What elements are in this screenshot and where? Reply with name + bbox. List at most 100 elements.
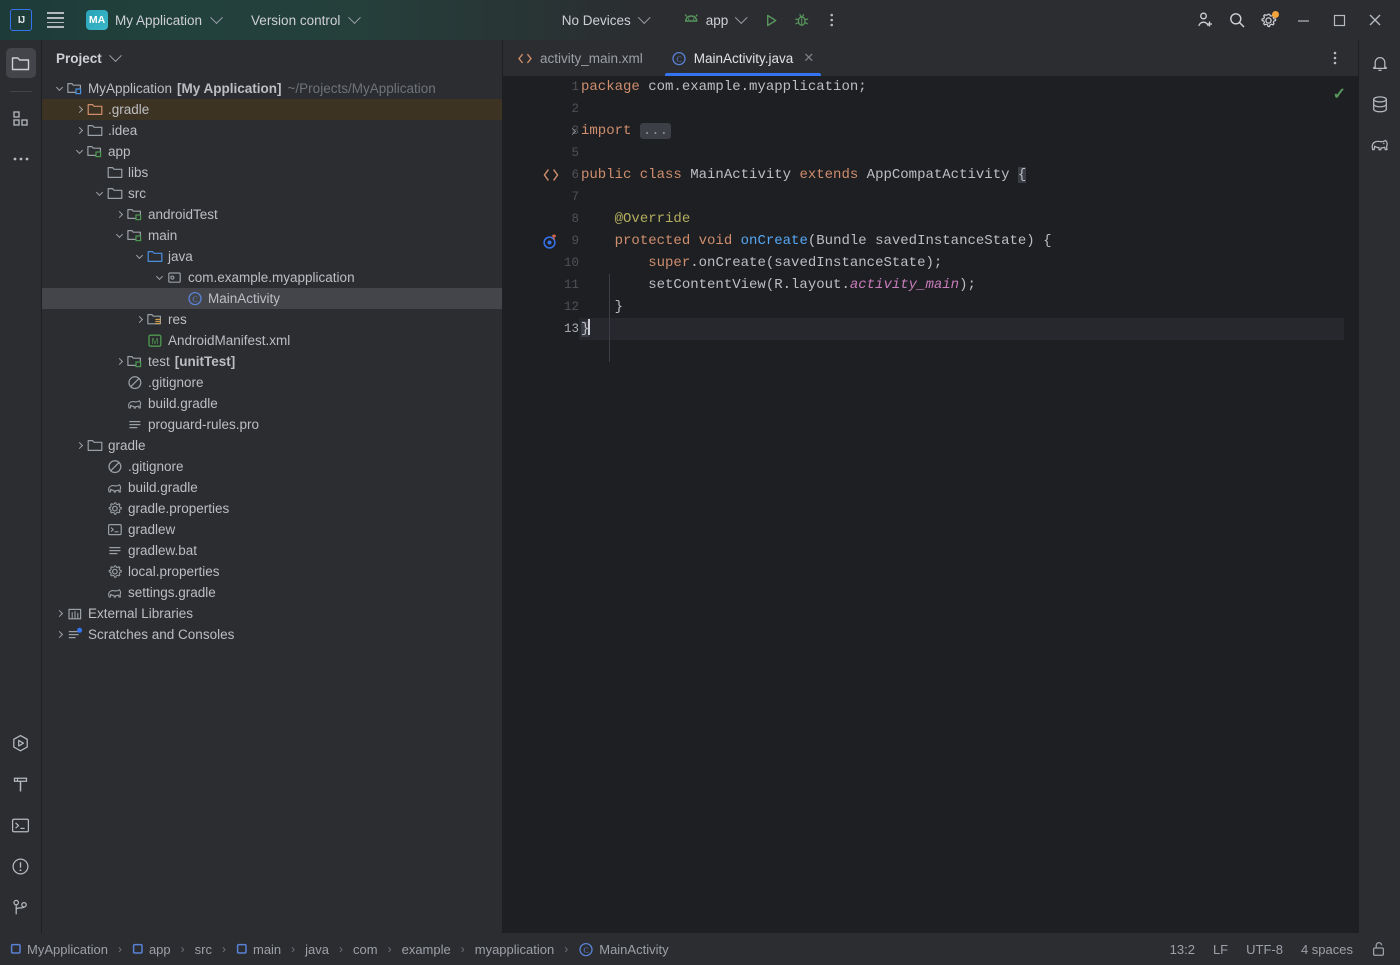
sidebar-item-version-control[interactable] — [6, 892, 36, 922]
close-icon[interactable] — [1358, 5, 1392, 35]
code-line[interactable]: super.onCreate(savedInstanceState); — [579, 252, 1344, 274]
tree-row[interactable]: .gitignore — [42, 456, 502, 477]
override-method-icon[interactable] — [541, 231, 561, 251]
chevron-right-icon[interactable] — [72, 439, 86, 453]
sidebar-item-structure[interactable] — [6, 103, 36, 133]
code-line[interactable]: protected void onCreate(Bundle savedInst… — [579, 230, 1344, 252]
editor-tab[interactable]: activity_main.xml — [503, 40, 657, 76]
breadcrumb-item[interactable]: src — [195, 942, 212, 957]
code-line[interactable]: package com.example.myapplication; — [579, 76, 1344, 98]
breadcrumb-item[interactable]: myapplication — [475, 942, 555, 957]
breadcrumb-item[interactable]: example — [402, 942, 451, 957]
tree-row[interactable]: C MainActivity — [42, 288, 502, 309]
tree-row[interactable]: com.example.myapplication — [42, 267, 502, 288]
code-line[interactable]: @Override — [579, 208, 1344, 230]
run-configuration-selector[interactable]: app — [675, 9, 757, 32]
chevron-right-icon[interactable] — [72, 103, 86, 117]
project-file-tree[interactable]: MyApplication [My Application] ~/Projects/… — [42, 76, 502, 933]
user-add-icon[interactable] — [1190, 5, 1220, 35]
tree-row[interactable]: Scratches and Consoles — [42, 624, 502, 645]
gutter-line[interactable]: 13 — [503, 318, 579, 340]
debug-bug-icon[interactable] — [786, 5, 816, 35]
editor-code-content[interactable]: package com.example.myapplication; import… — [579, 76, 1344, 933]
minimize-icon[interactable] — [1286, 5, 1320, 35]
breadcrumb-item[interactable]: com — [353, 942, 378, 957]
tree-row[interactable]: src — [42, 183, 502, 204]
breadcrumb[interactable]: MyApplication › app › src › main › java › com › exam… — [10, 942, 669, 957]
more-vertical-icon[interactable] — [1320, 43, 1350, 73]
tree-row[interactable]: res — [42, 309, 502, 330]
gutter-line[interactable]: 1 — [503, 76, 579, 98]
code-line[interactable]: } — [579, 318, 1344, 340]
fold-expand-icon[interactable] — [565, 120, 579, 142]
code-line[interactable]: } — [579, 296, 1344, 318]
hamburger-menu-icon[interactable] — [40, 5, 70, 35]
sidebar-item-problems[interactable] — [6, 851, 36, 881]
sidebar-item-project[interactable] — [5, 48, 36, 78]
collapsed-imports-chip[interactable]: ... — [639, 123, 672, 139]
tree-row[interactable]: .idea — [42, 120, 502, 141]
tree-row[interactable]: main — [42, 225, 502, 246]
tree-row[interactable]: .gitignore — [42, 372, 502, 393]
breadcrumb-item[interactable]: app — [132, 942, 171, 957]
more-vertical-icon[interactable] — [816, 5, 846, 35]
sidebar-item-notifications[interactable] — [1365, 48, 1395, 78]
indent-setting[interactable]: 4 spaces — [1301, 942, 1353, 957]
gutter-line[interactable]: 2 — [503, 98, 579, 120]
chevron-down-icon[interactable] — [72, 145, 86, 159]
device-selector[interactable]: No Devices — [554, 9, 659, 32]
gutter-line[interactable]: 7 — [503, 186, 579, 208]
gutter-line[interactable]: 11 — [503, 274, 579, 296]
chevron-down-icon[interactable] — [152, 271, 166, 285]
breadcrumb-item[interactable]: C MainActivity — [578, 942, 669, 957]
chevron-down-icon[interactable] — [92, 187, 106, 201]
tree-row[interactable]: gradle.properties — [42, 498, 502, 519]
tree-row[interactable]: gradlew.bat — [42, 540, 502, 561]
tree-row[interactable]: androidTest — [42, 204, 502, 225]
tree-row[interactable]: app — [42, 141, 502, 162]
chevron-down-icon[interactable] — [132, 250, 146, 264]
run-play-icon[interactable] — [756, 5, 786, 35]
code-line[interactable] — [579, 142, 1344, 164]
tree-row[interactable]: .gradle — [42, 99, 502, 120]
code-line[interactable]: import ... — [579, 120, 1344, 142]
breadcrumb-item[interactable]: MyApplication — [10, 942, 108, 957]
gutter-line[interactable]: 3 — [503, 120, 579, 142]
sidebar-item-build[interactable] — [6, 769, 36, 799]
tree-row[interactable]: MyApplication [My Application] ~/Projects/… — [42, 78, 502, 99]
chevron-right-icon[interactable] — [112, 208, 126, 222]
search-icon[interactable] — [1222, 5, 1252, 35]
breadcrumb-item[interactable]: main — [236, 942, 281, 957]
unlocked-padlock-icon[interactable] — [1371, 941, 1386, 957]
tree-row[interactable]: libs — [42, 162, 502, 183]
sidebar-item-more[interactable] — [6, 144, 36, 174]
chevron-down-icon[interactable] — [109, 48, 123, 63]
gutter-line[interactable]: 10 — [503, 252, 579, 274]
tree-row[interactable]: gradle — [42, 435, 502, 456]
code-line[interactable] — [579, 98, 1344, 120]
code-line[interactable]: setContentView(R.layout.activity_main); — [579, 274, 1344, 296]
gutter-line[interactable]: 8 — [503, 208, 579, 230]
tree-row[interactable]: test [unitTest] — [42, 351, 502, 372]
project-panel-header[interactable]: Project — [42, 40, 502, 76]
chevron-right-icon[interactable] — [52, 628, 66, 642]
tree-row[interactable]: proguard-rules.pro — [42, 414, 502, 435]
sidebar-item-gradle[interactable] — [1365, 130, 1395, 160]
gear-icon[interactable] — [1254, 5, 1284, 35]
code-line[interactable] — [579, 186, 1344, 208]
chevron-right-icon[interactable] — [52, 607, 66, 621]
tree-row[interactable]: build.gradle — [42, 393, 502, 414]
intellij-logo-icon[interactable]: IJ — [10, 9, 32, 31]
project-selector[interactable]: MA My Application — [78, 6, 231, 34]
code-tag-icon[interactable] — [541, 165, 561, 185]
chevron-down-icon[interactable] — [112, 229, 126, 243]
code-editor[interactable]: 1 2 3 5 6 7 8 9 10 11 12 13 package com.example.mya… — [503, 76, 1358, 933]
tab-close-icon[interactable]: ✕ — [802, 50, 815, 66]
sidebar-item-run[interactable] — [6, 728, 36, 758]
tree-row[interactable]: M AndroidManifest.xml — [42, 330, 502, 351]
sidebar-item-database[interactable] — [1365, 89, 1395, 119]
caret-position[interactable]: 13:2 — [1170, 942, 1195, 957]
chevron-down-icon[interactable] — [52, 82, 66, 96]
editor-scrollbar[interactable] — [1344, 76, 1358, 933]
chevron-right-icon[interactable] — [112, 355, 126, 369]
